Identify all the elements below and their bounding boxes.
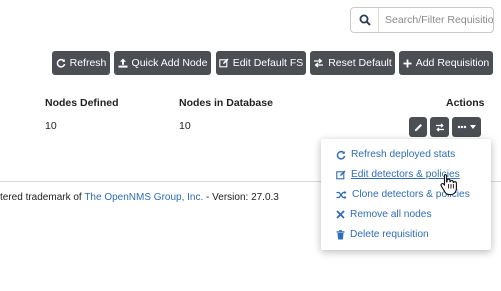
exchange-icon [435, 122, 444, 132]
edit-requisition-button[interactable] [409, 117, 427, 137]
close-icon [336, 210, 345, 219]
footer-suffix: - Version: 27.0.3 [203, 192, 279, 203]
synchronize-button[interactable] [430, 117, 449, 137]
pencil-icon [414, 123, 422, 131]
menu-item-delete-requisition[interactable]: Delete requisition [336, 229, 429, 240]
edit-default-fs-label: Edit Default FS [232, 57, 304, 69]
more-actions-button[interactable] [452, 117, 481, 137]
trash-icon [336, 229, 345, 239]
header-nodes-defined: Nodes Defined [45, 97, 119, 109]
search-input[interactable] [379, 9, 493, 31]
cell-nodes-defined: 10 [45, 120, 57, 132]
refresh-label: Refresh [69, 57, 107, 69]
reset-icon [314, 58, 324, 68]
refresh-button[interactable]: Refresh [52, 51, 110, 75]
hand-cursor-icon [440, 173, 457, 195]
edit-icon [336, 170, 346, 179]
add-requisition-label: Add Requisition [415, 57, 490, 69]
reset-default-button[interactable]: Reset Default [310, 51, 395, 75]
cell-nodes-in-database: 10 [179, 120, 191, 132]
header-nodes-in-database: Nodes in Database [179, 97, 273, 109]
ellipsis-icon [457, 125, 467, 129]
menu-item-refresh-deployed-stats[interactable]: Refresh deployed stats [336, 149, 455, 160]
caret-down-icon [470, 125, 476, 129]
quick-add-node-button[interactable]: Quick Add Node [114, 51, 211, 75]
menu-item-label: Refresh deployed stats [351, 149, 456, 160]
menu-item-remove-all-nodes[interactable]: Remove all nodes [336, 209, 432, 220]
actions-dropdown-menu: Refresh deployed stats Edit detectors & … [321, 139, 491, 250]
reset-default-label: Reset Default [328, 57, 392, 69]
search-box [350, 7, 494, 33]
opennms-link[interactable]: The OpenNMS Group, Inc. [84, 192, 203, 203]
quick-add-node-label: Quick Add Node [131, 57, 208, 69]
refresh-icon [56, 58, 65, 68]
footer-prefix: tered trademark of [0, 192, 85, 203]
menu-item-label: Remove all nodes [350, 209, 432, 220]
edit-icon [218, 58, 229, 68]
header-actions: Actions [446, 97, 485, 109]
search-icon[interactable] [351, 8, 379, 32]
plus-icon [403, 59, 412, 67]
add-requisition-button[interactable]: Add Requisition [399, 51, 493, 75]
refresh-icon [336, 150, 346, 160]
edit-default-fs-button[interactable]: Edit Default FS [216, 51, 306, 75]
footer-text: tered trademark of The OpenNMS Group, In… [0, 192, 279, 203]
menu-item-label: Delete requisition [350, 229, 429, 240]
upload-icon [118, 58, 128, 68]
shuffle-icon [336, 190, 347, 199]
